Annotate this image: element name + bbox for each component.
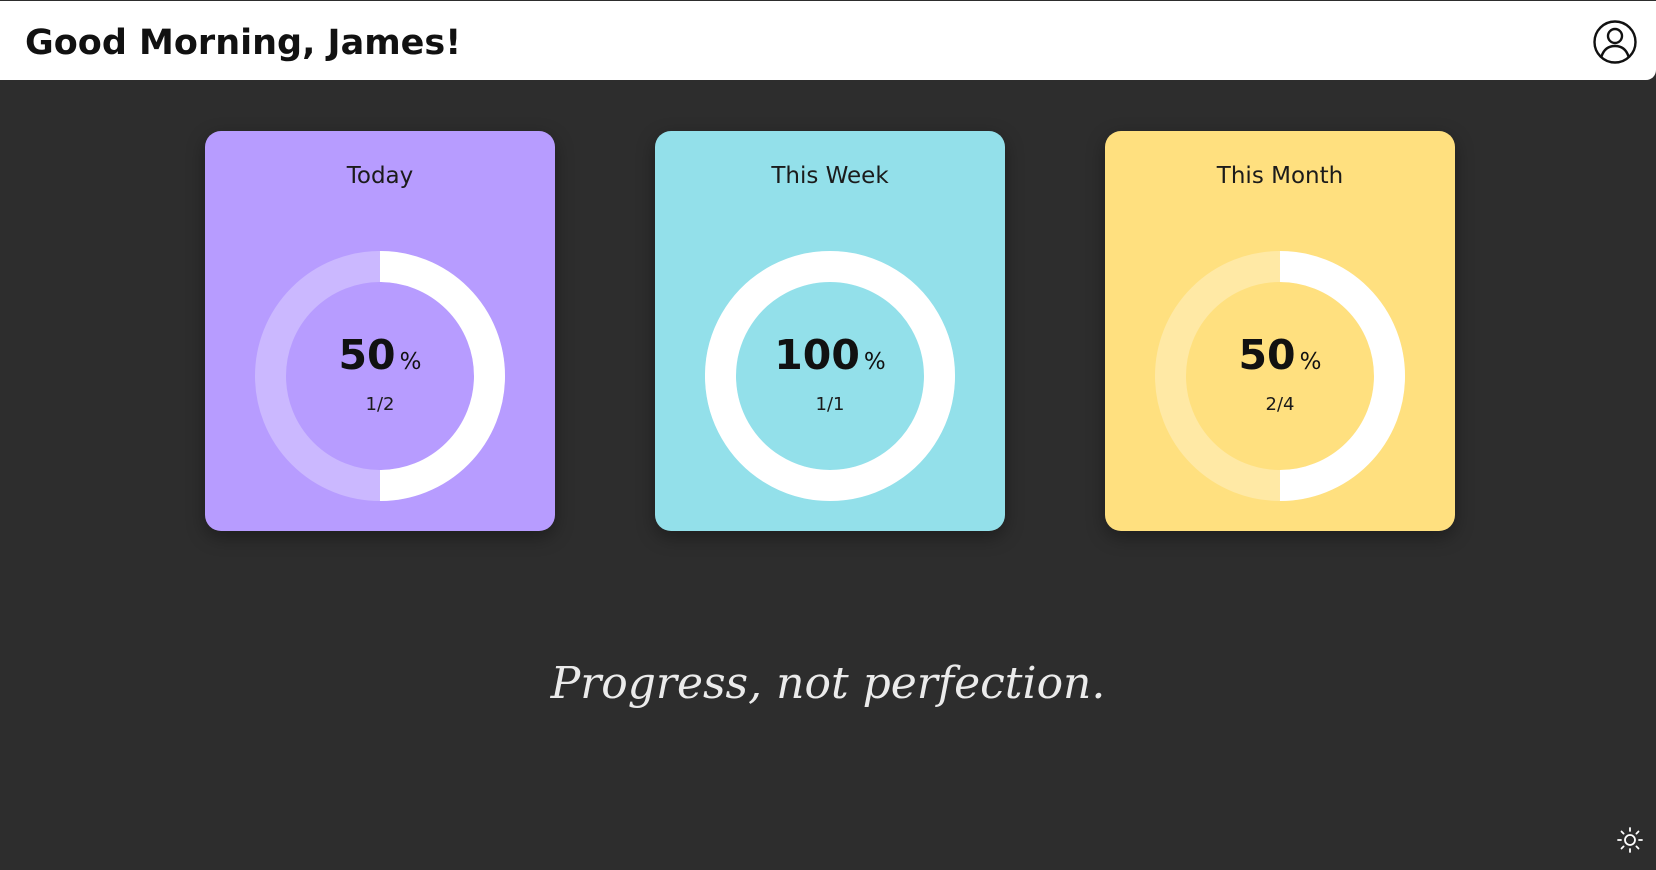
completion-fraction: 1/1	[815, 394, 845, 415]
app-page: Good Morning, James! Today 50% 1/2 This …	[0, 0, 1656, 870]
percent-readout: 100%	[705, 331, 955, 379]
percent-value: 50	[1238, 331, 1296, 379]
card-title: This Month	[1216, 163, 1344, 189]
progress-ring: 50% 1/2	[255, 251, 505, 501]
card-title: This Week	[771, 163, 889, 189]
percent-value: 50	[338, 331, 396, 379]
percent-readout: 50%	[1155, 331, 1405, 379]
user-circle-icon	[1592, 19, 1638, 65]
profile-button[interactable]	[1592, 19, 1638, 65]
theme-toggle-button[interactable]	[1616, 826, 1644, 854]
ring-center: 50% 1/2	[255, 251, 505, 501]
progress-card-this-month[interactable]: This Month 50% 2/4	[1105, 131, 1455, 531]
percent-value: 100	[774, 331, 860, 379]
top-header: Good Morning, James!	[0, 0, 1656, 80]
percent-sign: %	[399, 349, 422, 375]
progress-ring: 100% 1/1	[705, 251, 955, 501]
percent-sign: %	[1299, 349, 1322, 375]
percent-readout: 50%	[255, 331, 505, 379]
ring-center: 100% 1/1	[705, 251, 955, 501]
sun-icon	[1616, 826, 1644, 854]
progress-card-today[interactable]: Today 50% 1/2	[205, 131, 555, 531]
card-title: Today	[346, 163, 414, 189]
percent-sign: %	[863, 349, 886, 375]
greeting-title: Good Morning, James!	[25, 23, 462, 63]
motivational-quote: Progress, not perfection.	[550, 658, 1106, 709]
progress-card-this-week[interactable]: This Week 100% 1/1	[655, 131, 1005, 531]
completion-fraction: 2/4	[1265, 394, 1295, 415]
completion-fraction: 1/2	[365, 394, 395, 415]
progress-ring: 50% 2/4	[1155, 251, 1405, 501]
ring-center: 50% 2/4	[1155, 251, 1405, 501]
